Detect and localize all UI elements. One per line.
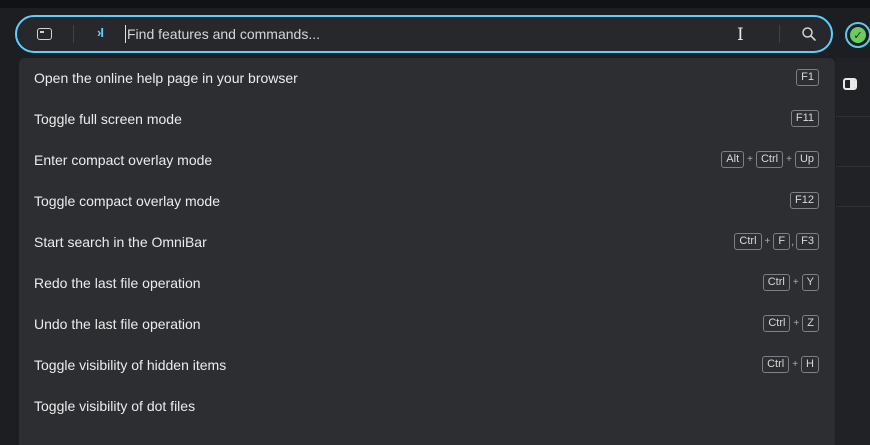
command-palette-icon[interactable] [37,28,52,40]
omnibar[interactable]: ›I I [15,15,833,53]
keycap: F1 [796,69,819,86]
keycap: Ctrl [755,151,784,168]
shortcut-keys: Alt + Ctrl + Up [721,151,819,168]
shortcut-keys: Ctrl + F, F3 [734,233,819,250]
keycap: Ctrl [762,356,790,373]
command-label: Undo the last file operation [34,316,201,332]
search-input[interactable] [127,21,727,47]
shortcut-keys: F12 [790,192,819,209]
command-label: Open the online help page in your browse… [34,70,298,86]
keycap: Y [801,274,819,291]
key-plus: + [764,236,771,247]
chevron-right-icon: ›I [97,25,104,40]
command-item[interactable]: Toggle compact overlay mode F12 [19,181,835,222]
command-item[interactable]: Start search in the OmniBar Ctrl + F, F3 [19,222,835,263]
background-pane [836,58,870,445]
keycap: F11 [790,110,819,127]
key-plus: + [747,154,753,165]
text-caret [125,25,126,43]
keycap: F12 [790,192,819,209]
separator [779,25,780,43]
key-plus: + [792,359,799,370]
command-label: Toggle compact overlay mode [34,193,220,209]
shortcut-keys: Ctrl + Y [762,274,819,291]
command-item[interactable]: Redo the last file operation Ctrl + Y [19,263,835,304]
key-separator: , [791,235,795,248]
command-item[interactable]: Toggle full screen mode F11 [19,99,835,140]
separator [73,25,74,43]
shortcut-keys: Ctrl + Z [763,315,819,332]
shortcut-keys: F11 [790,110,819,127]
shortcut-keys: Ctrl + H [762,356,819,373]
checkmark-icon: ✓ [850,27,866,43]
keycap: Up [794,151,819,168]
window-top-edge [0,0,870,8]
shortcut-keys: F1 [796,69,819,86]
command-item[interactable]: Open the online help page in your browse… [19,58,835,99]
keycap: Ctrl [763,315,791,332]
search-icon[interactable] [801,26,817,42]
keycap: F3 [796,233,819,250]
keycap: Ctrl [734,233,762,250]
command-item[interactable]: Enter compact overlay mode Alt + Ctrl + Up [19,140,835,181]
command-label: Toggle visibility of hidden items [34,357,227,373]
status-button[interactable]: ✓ [845,22,870,48]
command-item[interactable]: Toggle visibility of dot files [19,386,835,427]
command-label: Toggle full screen mode [34,111,182,127]
command-label: Enter compact overlay mode [34,152,213,168]
keycap: H [801,356,819,373]
key-plus: + [792,277,799,288]
command-label: Toggle visibility of dot files [34,398,196,414]
pane-toggle-icon[interactable] [843,78,857,90]
command-label: Start search in the OmniBar [34,234,207,250]
keycap: F [773,233,791,250]
command-list: Open the online help page in your browse… [19,58,835,445]
keycap: Z [802,315,819,332]
key-plus: + [786,154,792,165]
keycap: Ctrl [762,274,790,291]
key-plus: + [793,318,800,329]
keycap: Alt [721,151,745,168]
text-cursor-icon: I [737,25,744,45]
command-label: Redo the last file operation [34,275,201,291]
command-item[interactable]: Undo the last file operation Ctrl + Z [19,304,835,345]
command-item[interactable]: Toggle visibility of hidden items Ctrl + H [19,345,835,386]
